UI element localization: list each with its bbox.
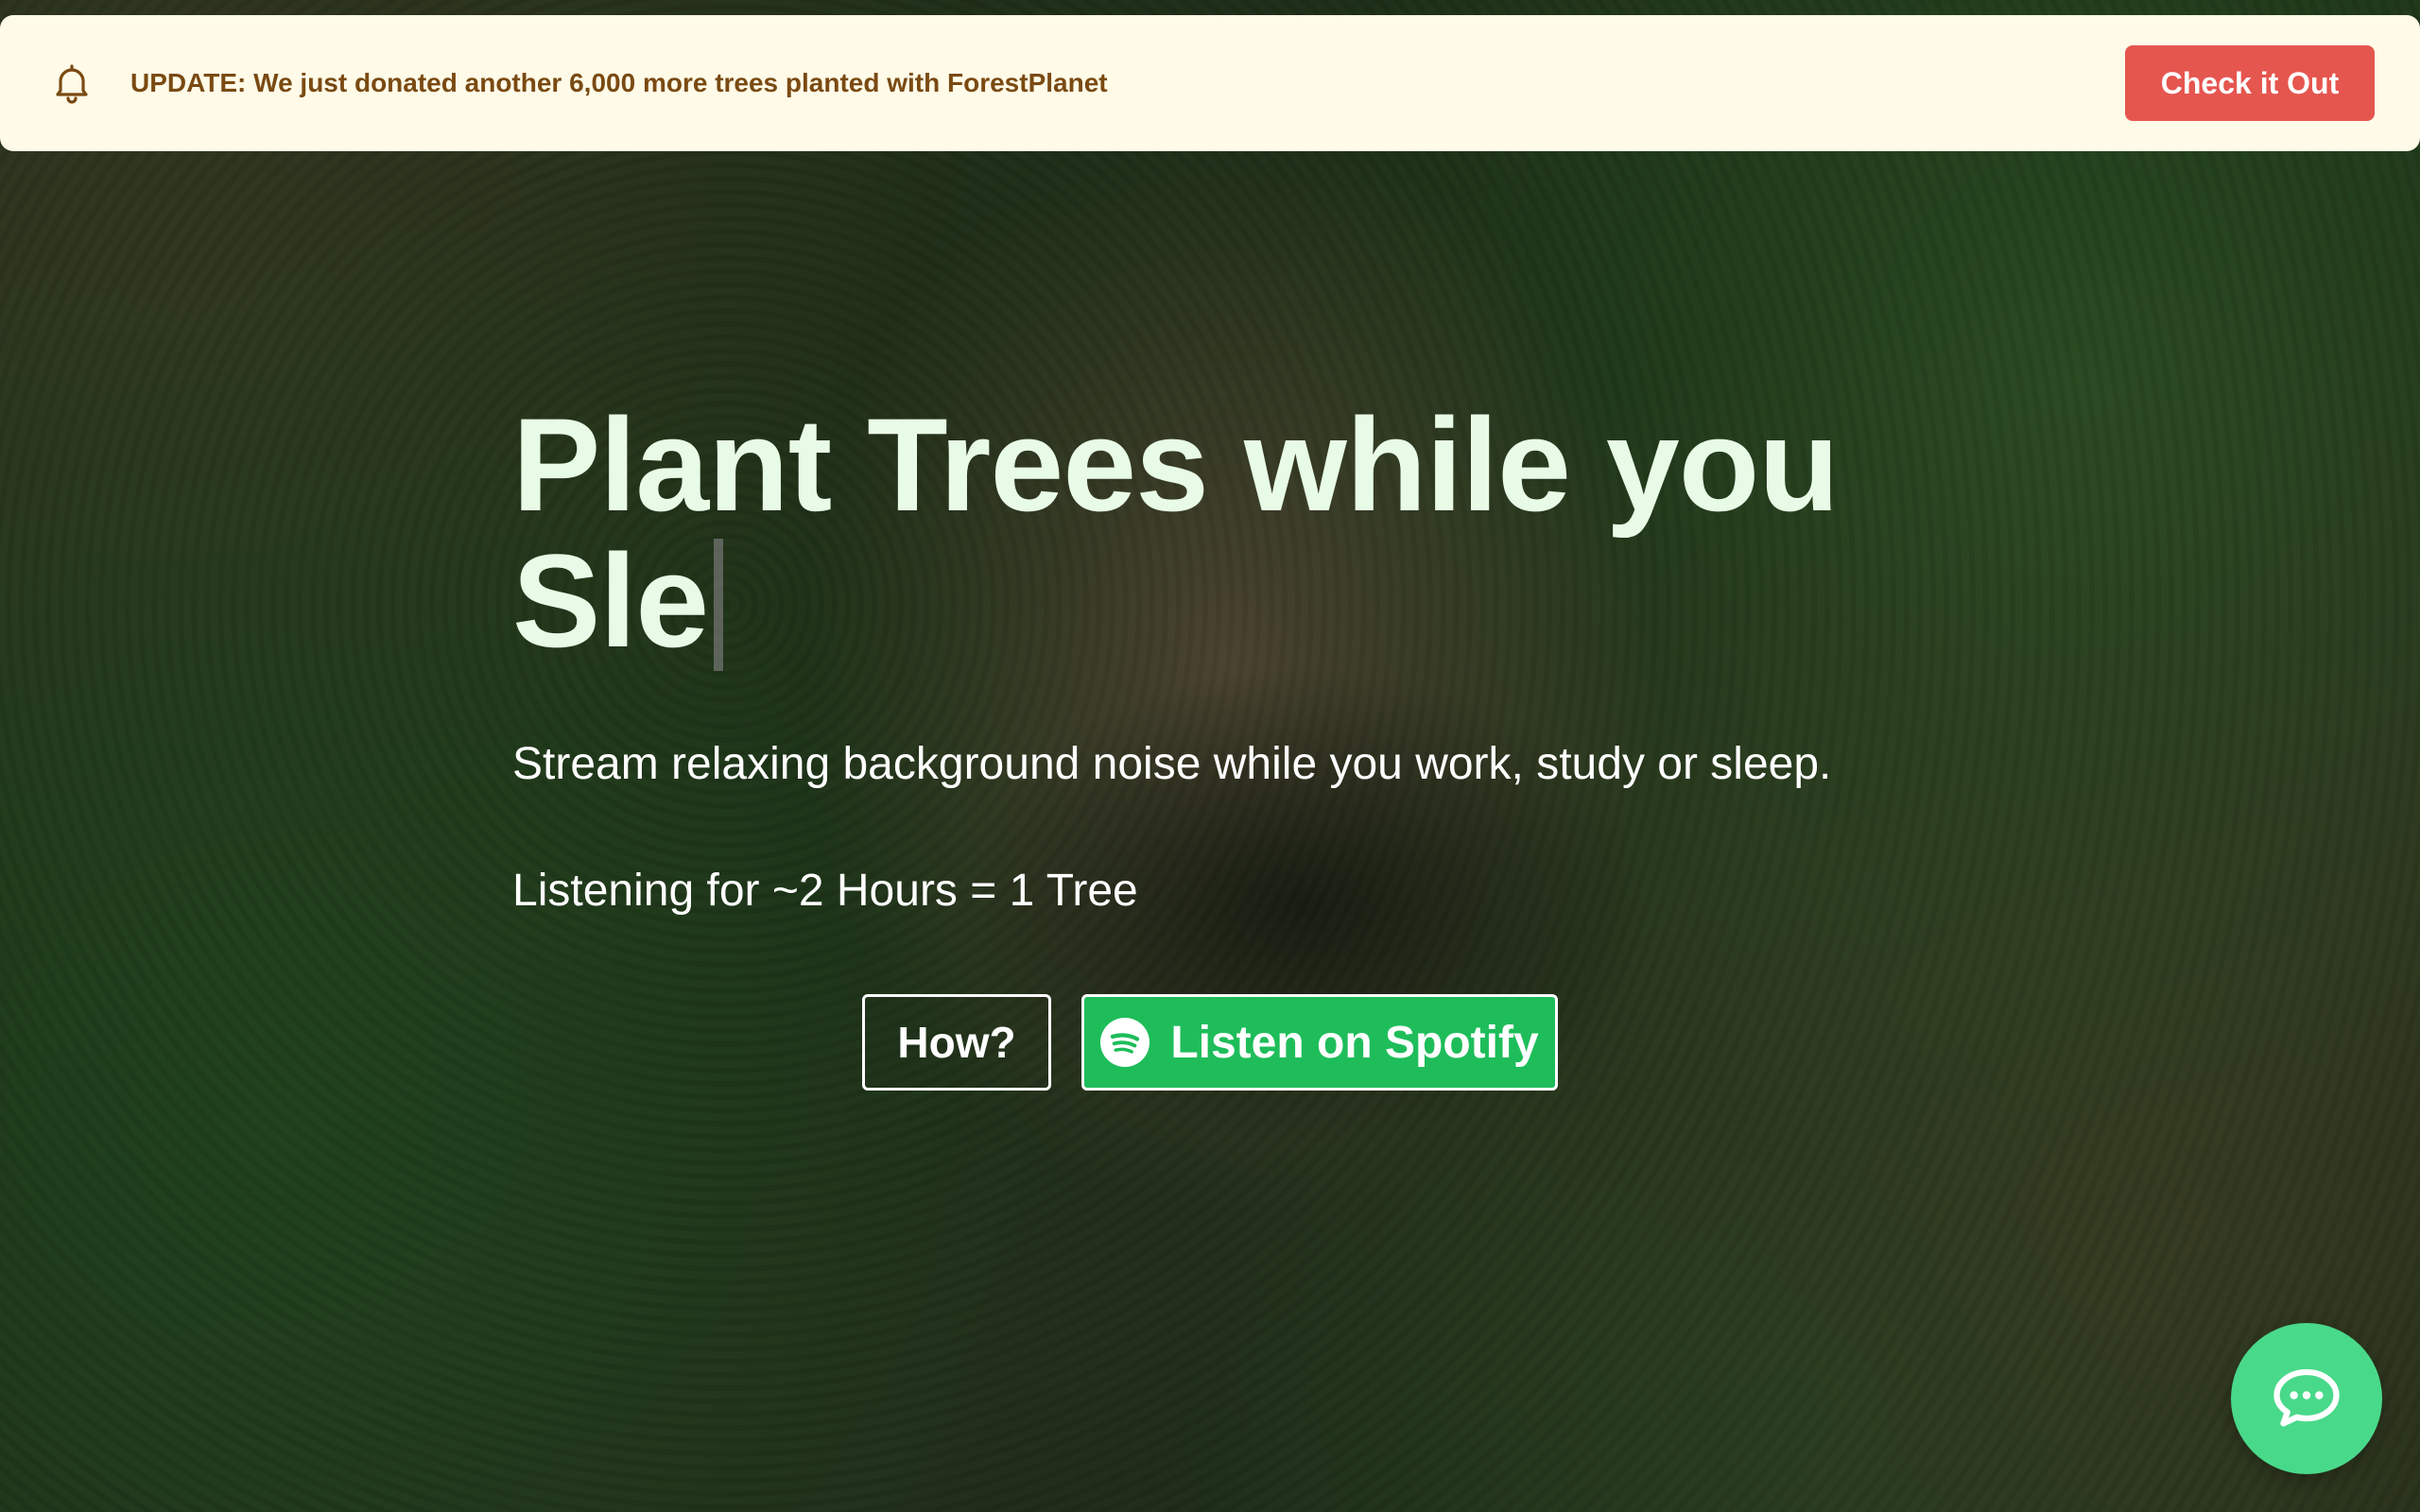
chat-widget-button[interactable] [2231,1323,2382,1474]
spotify-icon [1100,1018,1150,1067]
typing-caret [714,539,724,671]
listen-on-spotify-button[interactable]: Listen on Spotify [1081,994,1558,1091]
page: UPDATE: We just donated another 6,000 mo… [0,0,2420,1512]
how-button[interactable]: How? [862,994,1051,1091]
chat-bubble-icon [2273,1368,2340,1427]
hero-title-text: Plant Trees while you Sle [512,390,1840,675]
hero-title: Plant Trees while you Sle [512,397,2044,671]
check-it-out-button[interactable]: Check it Out [2125,45,2375,121]
banner-message: UPDATE: We just donated another 6,000 mo… [130,68,1108,97]
hero-actions: How? Listen on Spotify [862,994,1558,1091]
spotify-button-label: Listen on Spotify [1170,1017,1539,1068]
update-banner: UPDATE: We just donated another 6,000 mo… [0,15,2420,151]
hero-subtitle: Stream relaxing background noise while y… [512,739,1832,789]
bell-icon [56,64,88,104]
listening-rate-text: Listening for ~2 Hours = 1 Tree [512,865,1138,916]
hero-section: Plant Trees while you Sle Stream relaxin… [512,397,2044,918]
